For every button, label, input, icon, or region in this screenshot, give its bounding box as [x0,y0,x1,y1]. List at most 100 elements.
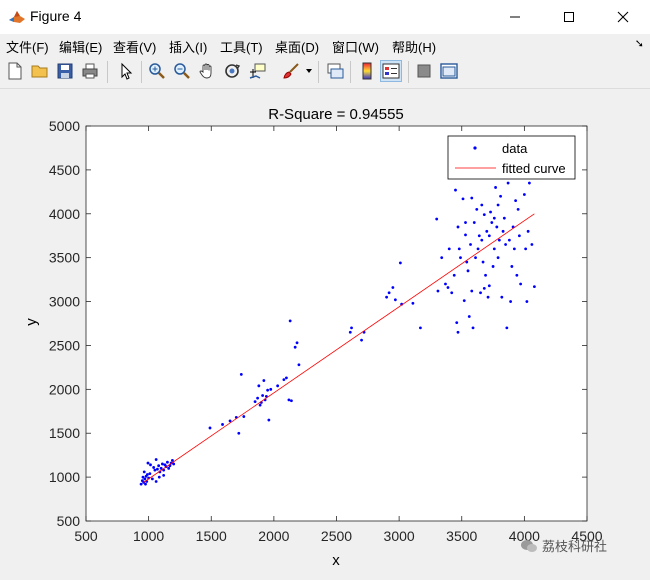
data-point [522,193,526,196]
new-figure-icon [8,62,22,80]
data-point [167,466,171,470]
figure-canvas-area: 500 1000 1500 2000 2500 3000 3500 4000 4500 500 10… [0,89,650,575]
data-point [447,247,451,251]
data-point [290,399,293,403]
data-point [297,363,301,367]
data-cursor-button[interactable] [246,60,268,82]
rotate-3d-button[interactable] [221,60,243,82]
menu-window[interactable]: 窗口(W) [332,37,379,56]
close-button[interactable] [600,0,646,34]
legend-button[interactable] [380,60,402,82]
data-point [487,284,491,288]
data-point [436,289,440,293]
data-point [162,473,166,477]
data-point [266,388,270,392]
data-point [261,394,265,397]
y-tick-label: 4500 [49,162,80,178]
data-point [524,247,528,251]
data-point [171,459,174,462]
data-point [387,291,391,295]
data-point [512,247,516,251]
data-point [504,243,507,246]
data-point [480,203,484,207]
x-tick-label: 2000 [258,528,289,544]
show-plot-tools-button[interactable] [438,60,460,82]
window-titlebar[interactable]: Figure 4 [0,0,650,34]
data-point [497,238,501,242]
minimize-button[interactable] [492,0,538,34]
hide-plot-tools-icon [417,64,431,78]
wechat-icon [521,539,537,552]
colorbar-button[interactable] [356,60,378,82]
axes-box[interactable] [85,125,588,522]
x-axis-label: x [332,552,340,569]
data-point [258,403,262,407]
data-point [242,415,246,418]
menu-tools[interactable]: 工具(T) [220,37,263,56]
data-point [464,233,467,237]
x-tick-label: 2500 [321,528,352,544]
data-point [256,396,259,400]
data-point [532,285,536,289]
data-point [474,256,477,260]
rotate-3d-icon [225,64,241,78]
y-axis-label: y [23,318,40,326]
data-point [456,330,460,334]
pan-button[interactable] [196,60,218,82]
x-tick-label: 3500 [446,528,477,544]
watermark: 荔枝科研社 [520,536,607,555]
data-point [510,265,514,268]
data-point [166,460,169,464]
data-point [267,418,271,422]
legend-entry-fitted-curve: fitted curve [502,161,566,176]
legend-entry-data: data [502,141,528,156]
link-plot-button[interactable] [324,60,346,82]
open-file-button[interactable] [29,60,51,82]
zoom-in-button[interactable] [146,60,168,82]
data-point [239,373,243,376]
pointer-icon [121,62,133,80]
maximize-button[interactable] [546,0,592,34]
data-point [262,379,266,382]
data-point [285,376,288,380]
data-point [487,234,491,238]
zoom-out-button[interactable] [171,60,193,82]
data-point [411,301,415,305]
data-point [461,197,465,201]
data-point [509,300,512,303]
data-point [161,462,164,466]
hide-plot-tools-button[interactable] [413,60,435,82]
data-point [485,229,489,233]
pointer-button[interactable] [115,60,137,82]
menu-help[interactable]: 帮助(H) [392,37,436,56]
y-tick-label: 500 [57,513,81,529]
data-point [505,326,509,330]
new-figure-button[interactable] [4,60,26,82]
menu-overflow-arrow-icon[interactable]: ➘ [635,37,644,50]
menu-file[interactable]: 文件(F) [6,37,49,56]
data-point [293,345,297,349]
data-point [287,398,291,402]
menu-insert[interactable]: 插入(I) [169,37,207,56]
data-point [506,181,510,185]
menu-edit[interactable]: 编辑(E) [59,37,102,56]
data-point [480,238,484,242]
brush-dropdown-button[interactable] [303,60,315,82]
menu-view[interactable]: 查看(V) [113,37,156,56]
brush-dropdown-icon [306,69,312,73]
data-point [398,261,402,265]
data-point [507,238,511,242]
legend-icon [382,63,400,79]
legend[interactable]: data fitted curve [447,135,576,180]
data-point [152,466,156,469]
print-button[interactable] [79,60,101,82]
save-button[interactable] [54,60,76,82]
menu-desktop[interactable]: 桌面(D) [275,37,319,56]
data-point [360,338,363,342]
scatter-chart[interactable]: 500 1000 1500 2000 2500 3000 3500 4000 4500 500 10… [0,89,650,575]
toolbar-separator [107,61,108,83]
data-point [475,207,479,211]
brush-button[interactable] [280,60,302,82]
legend-data-marker [473,146,477,150]
brush-icon [283,63,299,79]
